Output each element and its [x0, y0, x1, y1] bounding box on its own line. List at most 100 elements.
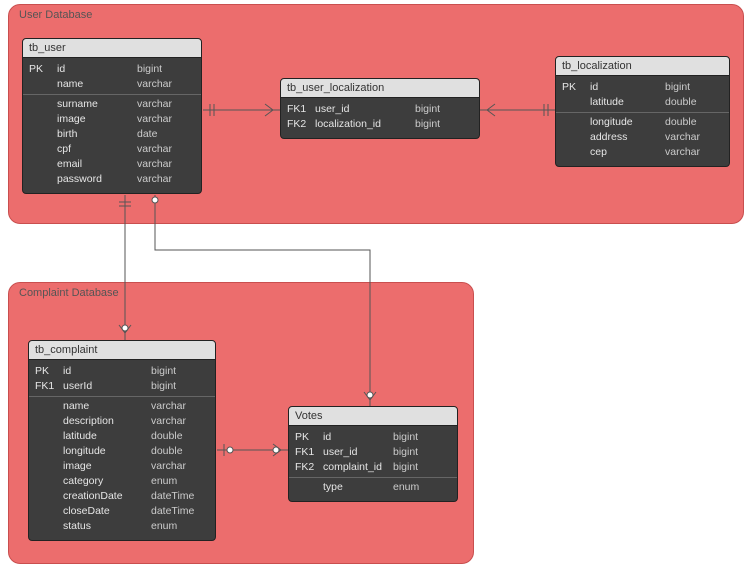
- col-key: [29, 112, 57, 127]
- col-key: [29, 127, 57, 142]
- table-row: longitudedouble: [562, 115, 723, 130]
- table-row: cpfvarchar: [29, 142, 195, 157]
- table-tb-localization: tb_localization PKidbigintlatitudedouble…: [555, 56, 730, 167]
- col-name: id: [590, 80, 665, 95]
- col-key: [562, 145, 590, 160]
- row-separator: [289, 477, 457, 478]
- col-key: [29, 157, 57, 172]
- row-separator: [556, 112, 729, 113]
- table-body-votes: PKidbigintFK1user_idbigintFK2complaint_i…: [289, 426, 457, 501]
- col-name: surname: [57, 97, 137, 112]
- col-name: localization_id: [315, 117, 415, 132]
- row-separator: [23, 94, 201, 95]
- table-row: statusenum: [35, 519, 209, 534]
- table-title-tb-complaint: tb_complaint: [29, 341, 215, 360]
- col-key: [29, 172, 57, 187]
- col-type: varchar: [137, 172, 195, 187]
- col-key: [29, 97, 57, 112]
- table-body-tb-complaint: PKidbigintFK1userIdbigintnamevarchardesc…: [29, 360, 215, 540]
- table-body-tb-user-localization: FK1user_idbigintFK2localization_idbigint: [281, 98, 479, 138]
- col-name: latitude: [590, 95, 665, 110]
- table-row: FK1user_idbigint: [295, 445, 451, 460]
- table-row: PKidbigint: [295, 430, 451, 445]
- col-name: id: [323, 430, 393, 445]
- col-type: bigint: [151, 379, 209, 394]
- table-row: imagevarchar: [29, 112, 195, 127]
- col-key: FK1: [287, 102, 315, 117]
- col-key: [562, 95, 590, 110]
- col-key: [35, 444, 63, 459]
- col-key: [35, 459, 63, 474]
- col-name: category: [63, 474, 151, 489]
- table-row: namevarchar: [29, 77, 195, 92]
- table-row: passwordvarchar: [29, 172, 195, 187]
- col-name: closeDate: [63, 504, 151, 519]
- table-row: descriptionvarchar: [35, 414, 209, 429]
- col-name: email: [57, 157, 137, 172]
- col-name: address: [590, 130, 665, 145]
- col-type: varchar: [665, 145, 723, 160]
- col-type: bigint: [415, 117, 473, 132]
- table-row: FK2complaint_idbigint: [295, 460, 451, 475]
- table-body-tb-localization: PKidbigintlatitudedoublelongitudedoublea…: [556, 76, 729, 166]
- col-key: [35, 399, 63, 414]
- col-key: FK2: [295, 460, 323, 475]
- table-row: imagevarchar: [35, 459, 209, 474]
- col-name: complaint_id: [323, 460, 393, 475]
- col-type: dateTime: [151, 504, 209, 519]
- col-name: name: [57, 77, 137, 92]
- table-row: typeenum: [295, 480, 451, 495]
- col-type: enum: [151, 519, 209, 534]
- table-row: cepvarchar: [562, 145, 723, 160]
- col-key: [35, 504, 63, 519]
- table-votes: Votes PKidbigintFK1user_idbigintFK2compl…: [288, 406, 458, 502]
- col-type: double: [665, 95, 723, 110]
- col-key: FK1: [295, 445, 323, 460]
- col-name: latitude: [63, 429, 151, 444]
- table-row: PKidbigint: [562, 80, 723, 95]
- table-row: PKidbigint: [35, 364, 209, 379]
- col-name: birth: [57, 127, 137, 142]
- table-row: latitudedouble: [562, 95, 723, 110]
- table-row: FK1user_idbigint: [287, 102, 473, 117]
- col-name: cpf: [57, 142, 137, 157]
- col-key: [562, 130, 590, 145]
- table-row: birthdate: [29, 127, 195, 142]
- col-key: [35, 474, 63, 489]
- col-key: [35, 489, 63, 504]
- col-name: image: [63, 459, 151, 474]
- col-type: double: [665, 115, 723, 130]
- table-row: longitudedouble: [35, 444, 209, 459]
- col-name: id: [57, 62, 137, 77]
- col-type: bigint: [137, 62, 195, 77]
- col-type: enum: [393, 480, 451, 495]
- table-row: surnamevarchar: [29, 97, 195, 112]
- table-row: addressvarchar: [562, 130, 723, 145]
- col-key: [295, 480, 323, 495]
- col-key: FK2: [287, 117, 315, 132]
- col-key: [562, 115, 590, 130]
- col-type: varchar: [137, 97, 195, 112]
- col-type: date: [137, 127, 195, 142]
- complaint-database-label: Complaint Database: [19, 287, 119, 299]
- table-title-tb-user-localization: tb_user_localization: [281, 79, 479, 98]
- col-type: bigint: [151, 364, 209, 379]
- col-name: userId: [63, 379, 151, 394]
- col-name: image: [57, 112, 137, 127]
- table-title-tb-localization: tb_localization: [556, 57, 729, 76]
- col-name: cep: [590, 145, 665, 160]
- col-type: varchar: [137, 142, 195, 157]
- col-name: longitude: [63, 444, 151, 459]
- col-key: PK: [35, 364, 63, 379]
- col-name: name: [63, 399, 151, 414]
- col-key: PK: [562, 80, 590, 95]
- col-type: varchar: [151, 399, 209, 414]
- col-type: bigint: [665, 80, 723, 95]
- col-name: password: [57, 172, 137, 187]
- col-type: varchar: [137, 77, 195, 92]
- col-key: PK: [295, 430, 323, 445]
- col-name: creationDate: [63, 489, 151, 504]
- table-title-votes: Votes: [289, 407, 457, 426]
- table-tb-user: tb_user PKidbigintnamevarcharsurnamevarc…: [22, 38, 202, 194]
- col-name: type: [323, 480, 393, 495]
